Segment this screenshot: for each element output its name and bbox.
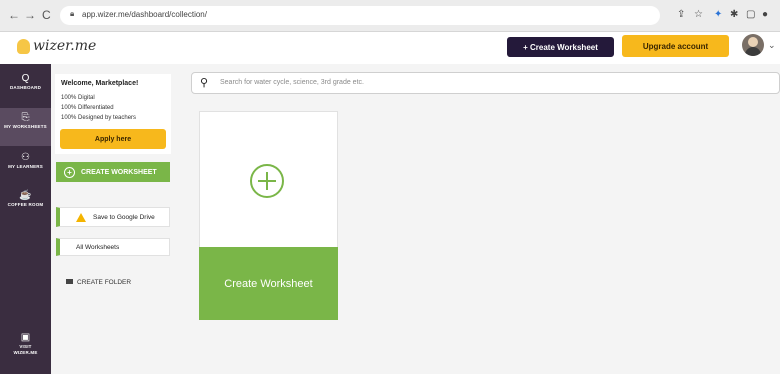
welcome-title: Welcome, Marketplace! [61, 80, 139, 87]
avatar[interactable] [742, 34, 764, 56]
welcome-line: 100% Digital [61, 95, 95, 101]
extension-icon[interactable]: ✦ [714, 9, 722, 20]
nav-dashboard[interactable]: Q DASHBOARD [0, 73, 51, 91]
save-to-drive-button[interactable]: Save to Google Drive [56, 207, 170, 227]
nav-visit-wizer[interactable]: ▣ VISIT WIZER.ME [0, 332, 51, 356]
profile-icon[interactable]: ● [762, 9, 768, 20]
external-icon: ▣ [20, 332, 31, 343]
lightbulb-logo-icon [17, 39, 30, 54]
avatar-body [745, 47, 761, 56]
avatar-face [748, 37, 758, 47]
back-icon[interactable]: ← [8, 8, 20, 22]
reload-icon[interactable]: C [42, 8, 51, 22]
create-worksheet-button[interactable]: + Create Worksheet [507, 37, 614, 57]
plus-icon-v [266, 172, 268, 190]
nav-my-worksheets[interactable]: ⎘ MY WORKSHEETS [0, 108, 51, 146]
chevron-down-icon[interactable]: ⌄ [768, 40, 776, 51]
create-folder-button[interactable]: CREATE FOLDER [66, 279, 131, 286]
forward-icon[interactable]: → [24, 8, 36, 22]
plus-circle-icon: + [64, 166, 75, 178]
search-icon: ⚲ [200, 77, 209, 89]
url-text: app.wizer.me/dashboard/collection/ [82, 10, 207, 19]
nav-my-learners[interactable]: ⚇ MY LEARNERS [0, 152, 51, 170]
welcome-line: 100% Designed by teachers [61, 115, 137, 121]
create-worksheet-card-label[interactable]: Create Worksheet [199, 247, 338, 320]
apply-here-button[interactable]: Apply here [60, 129, 166, 149]
google-drive-icon [76, 212, 86, 222]
worksheets-icon: ⎘ [21, 112, 30, 123]
learners-icon: ⚇ [21, 152, 30, 163]
logo[interactable]: wizer.me [33, 38, 96, 54]
window-icon[interactable]: ▢ [746, 9, 755, 20]
folder-icon [66, 279, 73, 284]
star-icon[interactable]: ☆ [694, 9, 703, 20]
create-worksheet-side-button[interactable]: + CREATE WORKSHEET [56, 162, 170, 182]
lock-icon: 🔒︎ [70, 9, 75, 18]
share-icon[interactable]: ⇪ [677, 9, 685, 20]
welcome-line: 100% Differentiated [61, 105, 114, 111]
search-placeholder: Search for water cycle, science, 3rd gra… [220, 79, 364, 86]
nav-coffee-room[interactable]: ☕ COFFEE ROOM [0, 190, 51, 208]
puzzle-icon[interactable]: ✱ [730, 9, 738, 20]
upgrade-account-button[interactable]: Upgrade account [622, 35, 729, 57]
coffee-icon: ☕ [19, 190, 32, 201]
search-icon: Q [21, 73, 30, 84]
all-worksheets-folder[interactable]: All Worksheets [56, 238, 170, 256]
